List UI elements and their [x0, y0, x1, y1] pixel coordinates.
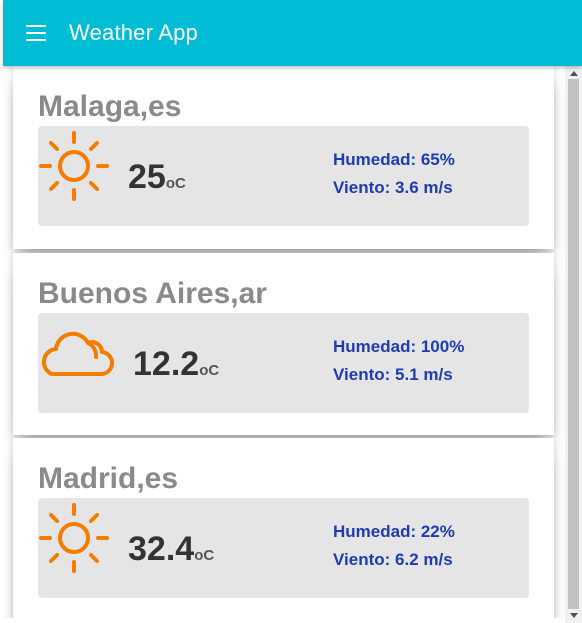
- temperature-unit: oC: [194, 547, 215, 564]
- cloud-icon: [41, 331, 114, 377]
- weather-stats: Humedad: 65% Viento: 3.6 m/s: [333, 146, 455, 202]
- temperature-value: 25: [128, 158, 166, 196]
- wind-text: Viento: 6.2 m/s: [333, 550, 453, 569]
- city-name: Madrid,es: [38, 462, 179, 495]
- humidity-text: Humedad: 65%: [333, 150, 455, 169]
- wind-text: Viento: 3.6 m/s: [333, 178, 453, 197]
- scroll-down-arrow-icon[interactable]: [570, 613, 578, 618]
- weather-panel: 12.2oC Humedad: 100% Viento: 5.1 m/s: [38, 313, 529, 413]
- temperature: 25oC: [128, 158, 186, 197]
- temperature: 12.2oC: [133, 345, 219, 384]
- wind-text: Viento: 5.1 m/s: [333, 365, 453, 384]
- weather-panel: 32.4oC Humedad: 22% Viento: 6.2 m/s: [38, 498, 529, 598]
- app-bar: Weather App: [3, 0, 582, 66]
- temperature-unit: oC: [199, 362, 220, 379]
- scrollbar-thumb[interactable]: [568, 79, 579, 609]
- temperature: 32.4oC: [128, 530, 214, 569]
- sun-icon: [39, 131, 109, 201]
- scroll-up-arrow-icon[interactable]: [570, 71, 578, 76]
- weather-stats: Humedad: 22% Viento: 6.2 m/s: [333, 518, 455, 574]
- sun-icon: [39, 503, 109, 573]
- temperature-value: 12.2: [133, 345, 200, 383]
- card-list[interactable]: Malaga,es 25oC Humedad: 65% Viento: 3.6 …: [3, 66, 565, 618]
- city-name: Buenos Aires,ar: [38, 277, 267, 310]
- weather-panel: 25oC Humedad: 65% Viento: 3.6 m/s: [38, 126, 529, 226]
- temperature-unit: oC: [165, 175, 186, 192]
- menu-icon[interactable]: [26, 25, 46, 41]
- scrollbar[interactable]: [565, 66, 582, 623]
- weather-stats: Humedad: 100% Viento: 5.1 m/s: [333, 333, 464, 389]
- weather-card: Malaga,es 25oC Humedad: 65% Viento: 3.6 …: [13, 66, 554, 249]
- temperature-value: 32.4: [128, 530, 195, 568]
- humidity-text: Humedad: 100%: [333, 337, 465, 356]
- humidity-text: Humedad: 22%: [333, 522, 455, 541]
- weather-card: Buenos Aires,ar 12.2oC Humedad: 100% Vie…: [13, 253, 554, 435]
- weather-card: Madrid,es 32.4oC Humedad: 22% Viento: 6.…: [13, 438, 554, 618]
- city-name: Malaga,es: [38, 90, 182, 123]
- app-title: Weather App: [69, 20, 198, 45]
